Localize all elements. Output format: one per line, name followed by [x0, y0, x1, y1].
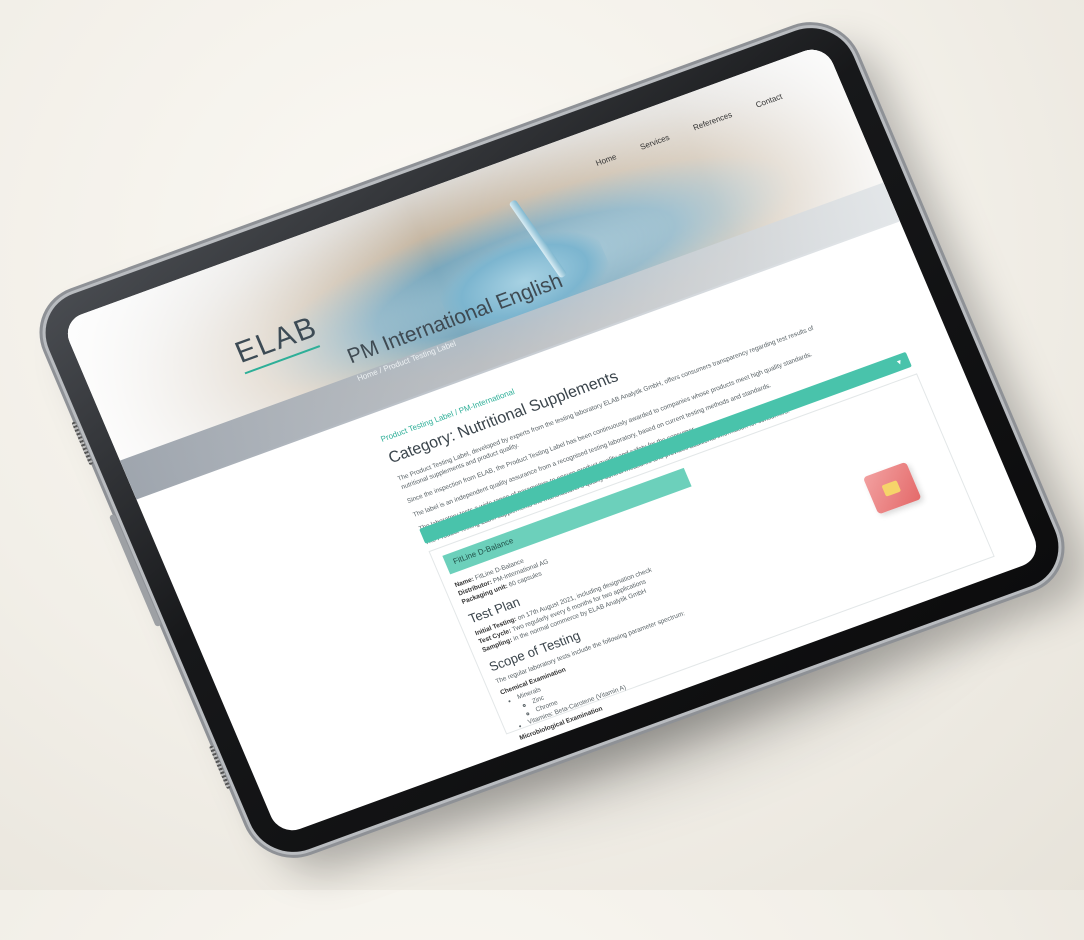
- product-label-graphic: [881, 480, 902, 497]
- nav-item-home[interactable]: Home: [594, 152, 618, 168]
- product-image: [862, 461, 922, 515]
- nav-item-references[interactable]: References: [692, 110, 734, 132]
- scene: ELAB Home Services References Contact PM…: [0, 0, 1084, 940]
- chevron-down-icon[interactable]: ▾: [896, 357, 903, 367]
- nav-item-services[interactable]: Services: [639, 133, 671, 152]
- nav-item-contact[interactable]: Contact: [754, 92, 783, 110]
- tablet-device: ELAB Home Services References Contact PM…: [31, 15, 1073, 865]
